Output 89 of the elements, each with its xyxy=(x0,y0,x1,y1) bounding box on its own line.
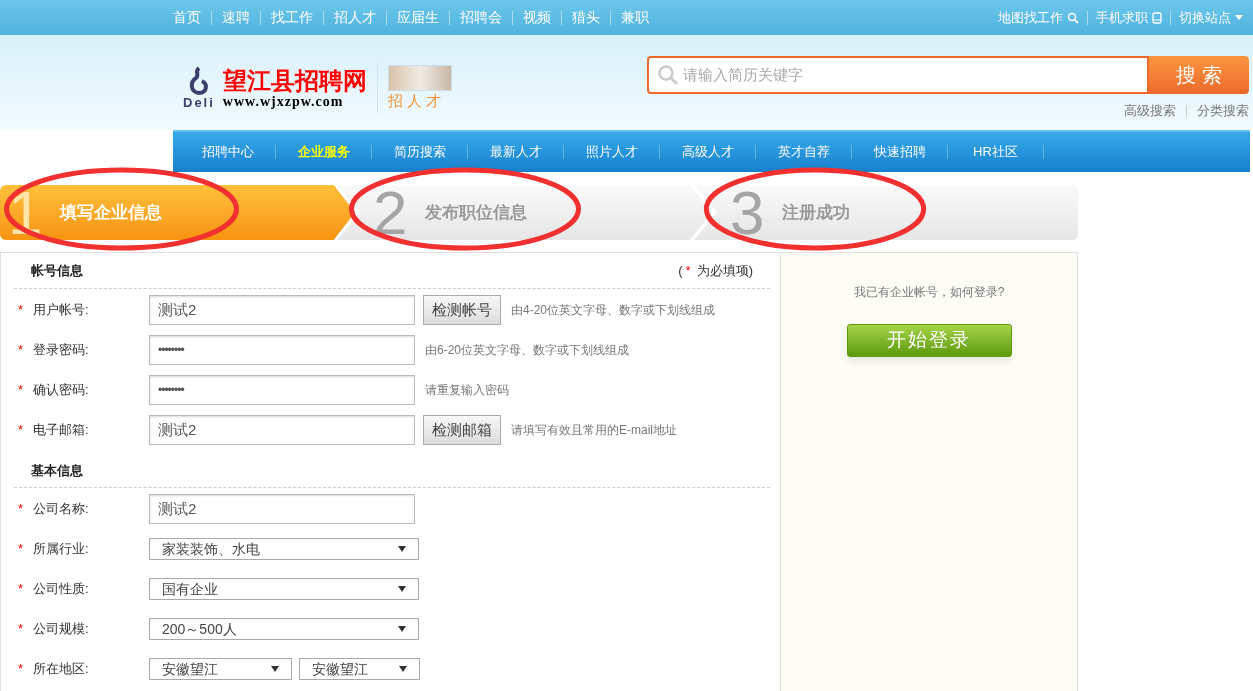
field-hint: 请填写有效且常用的E-mail地址 xyxy=(511,422,677,439)
top-link[interactable]: 手机求职 xyxy=(1088,7,1170,28)
step-number: 2 xyxy=(373,184,408,241)
field-label: 用户帐号: xyxy=(33,301,90,320)
password-field[interactable]: •••••••• xyxy=(149,335,415,365)
select-field[interactable]: 200～500人 xyxy=(149,618,419,640)
main-nav-link[interactable]: 最新人才 xyxy=(468,142,563,162)
required-mark: * xyxy=(18,660,24,679)
select-value: 安徽望江 xyxy=(162,661,218,677)
search-link[interactable]: 高级搜索 xyxy=(1124,101,1176,121)
field-label: 公司名称: xyxy=(33,500,90,519)
search-icon xyxy=(657,64,679,86)
check-button[interactable]: 检测邮箱 xyxy=(423,415,501,445)
photo-placeholder xyxy=(387,64,452,91)
field-label: 所在地区: xyxy=(33,660,90,679)
top-nav-link[interactable]: 找工作 xyxy=(261,7,323,28)
search-field[interactable]: 请输入简历关键字 xyxy=(647,56,1149,94)
search-icon xyxy=(1067,11,1079,24)
step-number: 3 xyxy=(730,184,765,241)
required-mark: * xyxy=(18,301,24,320)
field-hint: 请重复输入密码 xyxy=(425,382,509,399)
required-mark: * xyxy=(18,500,24,519)
top-link[interactable]: 地图找工作 xyxy=(990,7,1087,28)
top-nav-link[interactable]: 招聘会 xyxy=(450,7,512,28)
input-field[interactable]: 测试2 xyxy=(149,295,415,325)
top-link[interactable]: 切换站点 xyxy=(1171,7,1251,28)
top-nav-link[interactable]: 招人才 xyxy=(324,7,386,28)
field-label: 公司规模: xyxy=(33,620,90,639)
select-field[interactable]: 安徽望江 xyxy=(149,658,292,680)
password-field[interactable]: •••••••• xyxy=(149,375,415,405)
step-label: 发布职位信息 xyxy=(425,201,528,224)
select-value: 安徽望江 xyxy=(312,661,368,677)
select-field[interactable]: 家装装饰、水电 xyxy=(149,538,419,560)
main-nav-link[interactable]: HR社区 xyxy=(948,142,1043,162)
required-mark: * xyxy=(18,620,24,639)
top-nav-link[interactable]: 猎头 xyxy=(562,7,610,28)
main-nav-link[interactable]: 英才自荐 xyxy=(756,142,851,162)
main-nav-link[interactable]: 照片人才 xyxy=(564,142,659,162)
required-note-text: 为必填项) xyxy=(696,261,753,280)
field-hint: 由4-20位英文字母、数字或下划线组成 xyxy=(511,302,716,319)
select-value: 家装装饰、水电 xyxy=(162,541,260,557)
required-note: ( * xyxy=(678,261,691,280)
search-link[interactable]: 分类搜索 xyxy=(1197,101,1249,121)
site-url: www.wjxzpw.com xyxy=(222,94,345,109)
caret-icon xyxy=(399,666,407,672)
logo-brand: Deli xyxy=(183,95,215,110)
main-nav-link[interactable]: 企业服务 xyxy=(276,142,371,162)
login-button[interactable]: 开始登录 xyxy=(846,324,1012,357)
step-label: 填写企业信息 xyxy=(60,201,163,224)
select-value: 200～500人 xyxy=(162,621,237,637)
field-label: 公司性质: xyxy=(33,580,90,599)
field-label: 电子邮箱: xyxy=(33,421,90,440)
top-nav-link[interactable]: 应届生 xyxy=(387,7,449,28)
section-title: 帐号信息 xyxy=(31,261,83,280)
required-mark: * xyxy=(18,540,24,559)
required-mark: * xyxy=(18,421,24,440)
logo-tag: 招人才 xyxy=(387,90,452,111)
caret-icon xyxy=(398,586,406,592)
input-field[interactable]: 测试2 xyxy=(149,494,415,524)
main-nav-link[interactable]: 招聘中心 xyxy=(180,142,275,162)
top-nav-link[interactable]: 视频 xyxy=(513,7,561,28)
step-label: 注册成功 xyxy=(782,201,851,224)
caret-icon xyxy=(271,666,279,672)
section-title: 基本信息 xyxy=(31,461,83,480)
site-name: 望江县招聘网 xyxy=(222,66,367,95)
top-nav-link[interactable]: 兼职 xyxy=(611,7,659,28)
caret-icon xyxy=(398,546,406,552)
required-mark: * xyxy=(18,580,24,599)
required-mark: * xyxy=(18,341,24,360)
check-button[interactable]: 检测帐号 xyxy=(423,295,501,325)
field-label: 确认密码: xyxy=(33,381,90,400)
top-nav-link[interactable]: 首页 xyxy=(163,7,211,28)
main-nav-link[interactable]: 高级人才 xyxy=(660,142,755,162)
caret-icon xyxy=(398,626,406,632)
login-question: 我已有企业帐号，如何登录? xyxy=(853,284,1005,301)
select-field[interactable]: 安徽望江 xyxy=(299,658,420,680)
select-value: 国有企业 xyxy=(162,581,218,597)
field-label: 登录密码: xyxy=(33,341,90,360)
main-nav-link[interactable]: 简历搜索 xyxy=(372,142,467,162)
field-label: 所属行业: xyxy=(33,540,90,559)
search-button[interactable]: 搜 索 xyxy=(1149,56,1249,94)
phone-icon xyxy=(1152,11,1162,24)
required-mark: * xyxy=(18,381,24,400)
field-hint: 由6-20位英文字母、数字或下划线组成 xyxy=(425,342,630,359)
main-nav-link[interactable]: 快速招聘 xyxy=(852,142,947,162)
select-field[interactable]: 国有企业 xyxy=(149,578,419,600)
top-nav-link[interactable]: 速聘 xyxy=(212,7,260,28)
input-field[interactable]: 测试2 xyxy=(149,415,415,445)
caret-icon xyxy=(1235,15,1243,20)
